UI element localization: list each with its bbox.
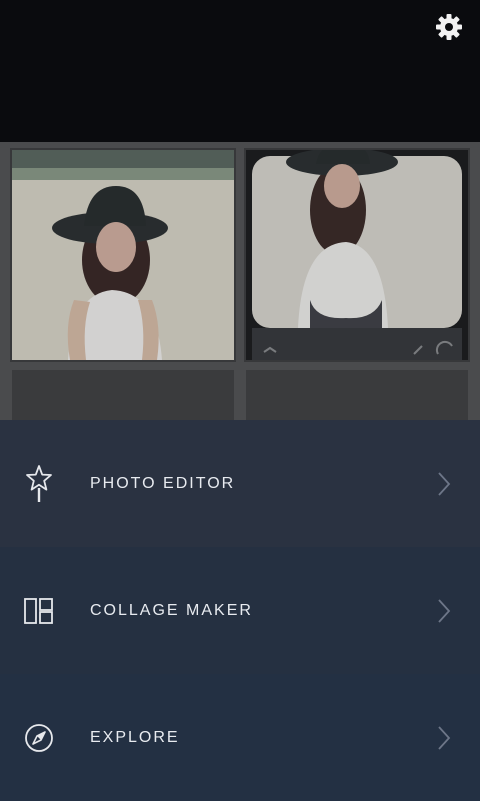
top-bar	[0, 0, 480, 142]
menu-item-label: PHOTO EDITOR	[90, 474, 236, 492]
sample-card-right-bottom	[246, 370, 468, 420]
settings-button[interactable]	[432, 10, 466, 44]
sample-photo-right	[244, 148, 470, 362]
menu-item-label: EXPLORE	[90, 728, 180, 746]
sample-card-left-bottom	[12, 370, 234, 420]
chevron-right-icon	[438, 725, 451, 750]
main-menu: PHOTO EDITOR COLLAGE MAKER EXPLORE	[0, 420, 480, 801]
chevron-right-icon	[438, 471, 451, 496]
menu-item-photo-editor[interactable]: PHOTO EDITOR	[0, 420, 480, 547]
sample-photo-left	[10, 148, 236, 362]
chevron-right-icon	[438, 598, 451, 623]
menu-item-label: COLLAGE MAKER	[90, 601, 253, 619]
collage-grid-icon	[22, 591, 56, 631]
star-wand-icon	[22, 464, 56, 504]
sample-photo-image	[12, 150, 234, 360]
gear-icon	[436, 14, 462, 40]
menu-item-collage-maker[interactable]: COLLAGE MAKER	[0, 547, 480, 674]
compass-icon	[22, 718, 56, 758]
menu-item-explore[interactable]: EXPLORE	[0, 674, 480, 801]
sample-photo-image-vignette	[246, 150, 468, 360]
photo-preview-grid	[0, 142, 480, 420]
